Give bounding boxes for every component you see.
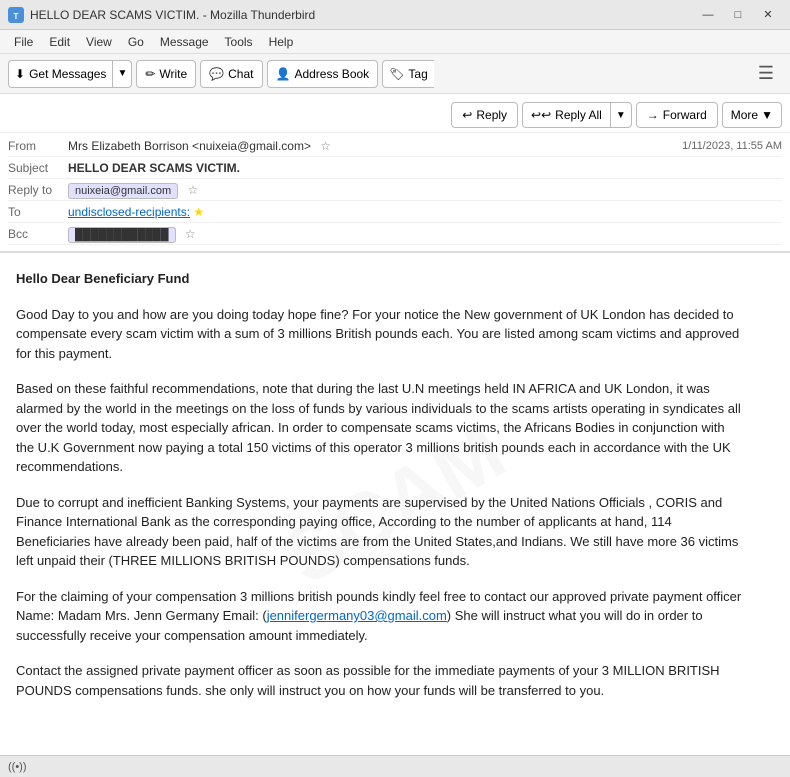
menu-bar: File Edit View Go Message Tools Help: [0, 30, 790, 54]
action-bar: ↩ Reply ↩↩ Reply All ▼ → Forward More ▼: [0, 98, 790, 133]
from-star-icon[interactable]: ☆: [320, 139, 331, 153]
maximize-button[interactable]: □: [724, 5, 752, 25]
subject-label: Subject: [8, 161, 68, 175]
from-label: From: [8, 139, 68, 153]
bcc-value: ████████████ ☆: [68, 227, 782, 241]
email-date: 1/11/2023, 11:55 AM: [682, 140, 782, 152]
window-controls: — □ ✕: [694, 5, 782, 25]
email-paragraph2: Based on these faithful recommendations,…: [16, 379, 744, 477]
reply-icon: ↩: [462, 108, 472, 122]
from-name: Mrs Elizabeth Borrison: [68, 139, 189, 153]
email-body: Hello Dear Beneficiary Fund Good Day to …: [0, 253, 760, 732]
close-button[interactable]: ✕: [754, 5, 782, 25]
svg-text:T: T: [14, 12, 19, 21]
tag-dropdown: 🏷 Tag: [382, 60, 434, 88]
email-fields: From Mrs Elizabeth Borrison <nuixeia@gma…: [0, 133, 790, 247]
email-paragraph3: Due to corrupt and inefficient Banking S…: [16, 493, 744, 571]
bcc-row: Bcc ████████████ ☆: [8, 223, 782, 245]
reply-all-icon: ↩↩: [531, 108, 551, 122]
reply-all-arrow[interactable]: ▼: [610, 102, 632, 128]
bcc-label: Bcc: [8, 227, 68, 241]
menu-help[interactable]: Help: [261, 33, 302, 51]
forward-icon: →: [647, 108, 659, 122]
chat-button[interactable]: 💬 Chat: [200, 60, 262, 88]
chat-icon: 💬: [209, 67, 224, 81]
menu-view[interactable]: View: [78, 33, 120, 51]
email-paragraph4: For the claiming of your compensation 3 …: [16, 587, 744, 646]
get-messages-dropdown: ⬇ Get Messages ▼: [8, 60, 132, 88]
menu-file[interactable]: File: [6, 33, 41, 51]
title-bar: T HELLO DEAR SCAMS VICTIM. - Mozilla Thu…: [0, 0, 790, 30]
reply-to-pill: nuixeia@gmail.com: [68, 183, 178, 199]
reply-all-button[interactable]: ↩↩ Reply All: [522, 102, 610, 128]
email-body-wrapper: SCAM Hello Dear Beneficiary Fund Good Da…: [0, 253, 790, 755]
email-greeting: Hello Dear Beneficiary Fund: [16, 271, 189, 286]
window-title: HELLO DEAR SCAMS VICTIM. - Mozilla Thund…: [30, 8, 694, 22]
from-row: From Mrs Elizabeth Borrison <nuixeia@gma…: [8, 135, 782, 157]
wifi-icon: ((•)): [8, 761, 27, 773]
hamburger-menu-button[interactable]: ☰: [750, 59, 782, 88]
toolbar: ⬇ Get Messages ▼ ✏ Write 💬 Chat 👤 Addres…: [0, 54, 790, 94]
contact-email-link[interactable]: jennifergermany03@gmail.com: [267, 608, 447, 623]
reply-to-value: nuixeia@gmail.com ☆: [68, 183, 782, 197]
address-book-button[interactable]: 👤 Address Book: [267, 60, 379, 88]
get-messages-label: Get Messages: [29, 67, 106, 81]
forward-button[interactable]: → Forward: [636, 102, 718, 128]
address-book-icon: 👤: [276, 67, 291, 81]
from-email[interactable]: nuixeia@gmail.com: [199, 139, 304, 153]
more-button[interactable]: More ▼: [722, 102, 782, 128]
menu-go[interactable]: Go: [120, 33, 152, 51]
get-messages-button[interactable]: ⬇ Get Messages: [8, 60, 112, 88]
bcc-pill: ████████████: [68, 227, 176, 243]
app-icon: T: [8, 7, 24, 23]
to-row: To undisclosed-recipients: ★: [8, 201, 782, 223]
status-bar: ((•)): [0, 755, 790, 777]
minimize-button[interactable]: —: [694, 5, 722, 25]
get-messages-arrow[interactable]: ▼: [112, 60, 132, 88]
email-paragraph1: Good Day to you and how are you doing to…: [16, 305, 744, 364]
reply-to-row: Reply to nuixeia@gmail.com ☆: [8, 179, 782, 201]
from-value: Mrs Elizabeth Borrison <nuixeia@gmail.co…: [68, 139, 682, 153]
write-button[interactable]: ✏ Write: [136, 60, 196, 88]
subject-value: HELLO DEAR SCAMS VICTIM.: [68, 161, 782, 175]
tag-button[interactable]: 🏷 Tag: [382, 60, 434, 88]
reply-to-star-icon[interactable]: ☆: [188, 183, 199, 197]
reply-all-dropdown: ↩↩ Reply All ▼: [522, 102, 632, 128]
more-chevron-icon: ▼: [761, 108, 773, 122]
menu-edit[interactable]: Edit: [41, 33, 78, 51]
email-header: ↩ Reply ↩↩ Reply All ▼ → Forward More ▼ …: [0, 94, 790, 253]
get-messages-icon: ⬇: [15, 67, 25, 81]
to-undisclosed[interactable]: undisclosed-recipients:: [68, 205, 190, 219]
subject-row: Subject HELLO DEAR SCAMS VICTIM.: [8, 157, 782, 179]
bcc-star-icon[interactable]: ☆: [185, 227, 196, 241]
reply-button[interactable]: ↩ Reply: [451, 102, 518, 128]
to-label: To: [8, 205, 68, 219]
email-paragraph5: Contact the assigned private payment off…: [16, 661, 744, 700]
tag-icon: 🏷: [389, 67, 404, 81]
to-star-icon[interactable]: ★: [193, 205, 204, 219]
email-body-content: Hello Dear Beneficiary Fund Good Day to …: [16, 269, 744, 700]
write-icon: ✏: [145, 67, 155, 81]
reply-to-label: Reply to: [8, 183, 68, 197]
menu-tools[interactable]: Tools: [217, 33, 261, 51]
to-value: undisclosed-recipients: ★: [68, 205, 782, 219]
menu-message[interactable]: Message: [152, 33, 217, 51]
